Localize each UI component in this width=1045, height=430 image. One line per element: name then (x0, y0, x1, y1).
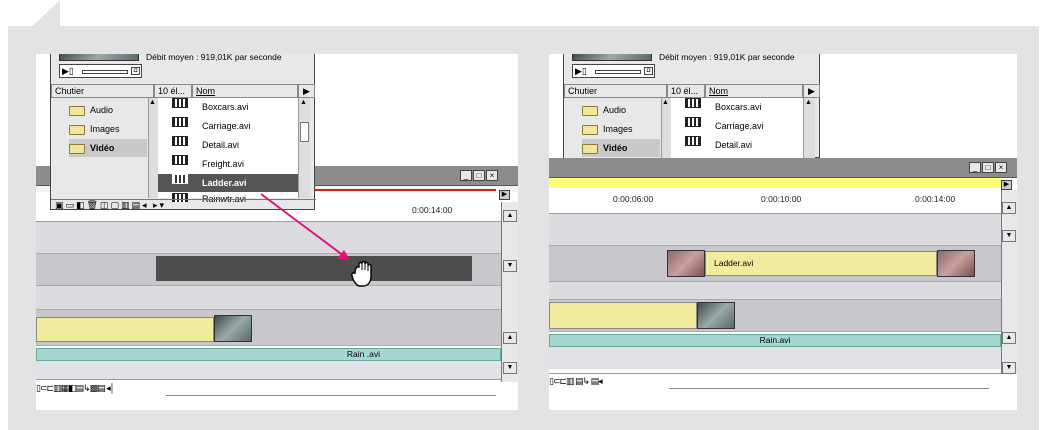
preview-thumbnail (572, 54, 652, 61)
work-area-bar[interactable] (549, 178, 1001, 188)
timecode-label: 0:00:06:00 (613, 194, 654, 204)
ladder-clip[interactable]: Ladder.avi (705, 251, 937, 276)
scroll-down-icon-2[interactable]: ▼ (1002, 362, 1016, 374)
file-name: Detail.avi (715, 140, 753, 150)
timeline-titlebar[interactable]: _ □ × (549, 158, 1017, 178)
menu-arrow-icon[interactable]: ▶ (1001, 180, 1012, 190)
folder-label: Audio (603, 105, 627, 115)
horizontal-scrollbar[interactable] (669, 378, 989, 389)
film-icon (685, 98, 701, 108)
track-row (549, 214, 1001, 246)
folder-icon (582, 143, 598, 154)
folder-item-video[interactable]: Vidéo (582, 139, 660, 157)
transition-track (549, 282, 1001, 300)
minimize-icon[interactable]: _ (969, 162, 981, 173)
divider (549, 373, 1017, 374)
audio-track-empty (549, 347, 1001, 369)
film-icon (685, 117, 701, 127)
folder-item-audio[interactable]: Audio (582, 101, 660, 119)
file-list: Boxcars.avi Carriage.avi Detail.avi (671, 98, 803, 158)
timecode-label: 0:00:10:00 (761, 194, 802, 204)
hand-cursor-icon (346, 260, 384, 292)
folder-label: Vidéo (603, 143, 628, 153)
file-name: Boxcars.avi (715, 102, 762, 112)
folder-list: Audio Images Vidéo (564, 98, 661, 158)
scroll-up-icon-2[interactable]: ▲ (1002, 332, 1016, 344)
right-screenshot: Débit moyen : 919,01K par seconde ▶▯ ◘ C… (549, 54, 1017, 410)
close-icon[interactable]: × (995, 162, 1007, 173)
project-window: Débit moyen : 919,01K par seconde ▶▯ ◘ C… (563, 54, 820, 158)
folder-icon (582, 105, 598, 116)
file-name: Carriage.avi (715, 121, 764, 131)
time-ruler[interactable]: 0:00:06:00 0:00:10:00 0:00:14:00 (549, 190, 1001, 214)
file-scrollbar[interactable]: ▲ (803, 98, 815, 158)
folder-icon (582, 124, 598, 135)
scroll-up-icon[interactable]: ▲ (805, 99, 812, 106)
preview-controller[interactable]: ▶▯ ◘ (572, 64, 655, 78)
folder-column-header[interactable]: Chutier (564, 84, 667, 98)
header-tab-shape (8, 0, 60, 27)
play-icon[interactable]: ▶▯ (575, 66, 587, 76)
video-clip[interactable] (549, 302, 697, 329)
drag-arrow (260, 193, 350, 260)
info-text: Débit moyen : 919,01K par seconde (659, 54, 795, 62)
left-screenshot: _ □ × ▶ 0:00:14:00 Rain .avi ▯⊂⊏▥▦◧▤↳▩▤ … (36, 54, 518, 410)
preview-slider[interactable] (595, 70, 641, 74)
clip-thumbnail (937, 250, 975, 277)
name-column-header[interactable]: Nom (705, 84, 803, 98)
video-track-2[interactable] (549, 300, 1001, 332)
file-row[interactable]: Carriage.avi (671, 117, 803, 135)
clip-thumbnail (697, 302, 735, 329)
count-column-header[interactable]: 10 él... (667, 84, 705, 98)
audio-clip[interactable]: Rain.avi (549, 334, 1001, 347)
file-row[interactable]: Detail.avi (671, 136, 803, 154)
vertical-scrollbar[interactable]: ▲ ▼ ▲ ▼ (1001, 190, 1017, 374)
column-menu-icon[interactable]: ▶ (803, 84, 820, 98)
scroll-up-icon[interactable]: ▲ (662, 99, 669, 106)
arrow-shaft (260, 193, 345, 257)
video-track[interactable]: Ladder.avi (549, 246, 1001, 282)
scroll-up-icon[interactable]: ▲ (1002, 202, 1016, 214)
timeline-window: _ □ × ▶ 0:00:06:00 0:00:10:00 0:00:14:00… (549, 158, 1017, 410)
maximize-icon[interactable]: □ (982, 162, 994, 173)
film-icon (685, 136, 701, 146)
folder-scrollbar[interactable]: ▲ (661, 98, 671, 158)
frame-icon[interactable]: ◘ (644, 67, 653, 75)
folder-label: Images (603, 124, 633, 134)
clip-thumbnail (667, 250, 705, 277)
scroll-down-icon[interactable]: ▼ (1002, 230, 1016, 242)
timecode-label: 0:00:14:00 (915, 194, 956, 204)
file-row[interactable]: Boxcars.avi (671, 98, 803, 116)
folder-item-images[interactable]: Images (582, 120, 660, 138)
bottom-toolbar[interactable]: ▯⊂⊏▥ ▤↳ ▤◂ (549, 376, 669, 390)
